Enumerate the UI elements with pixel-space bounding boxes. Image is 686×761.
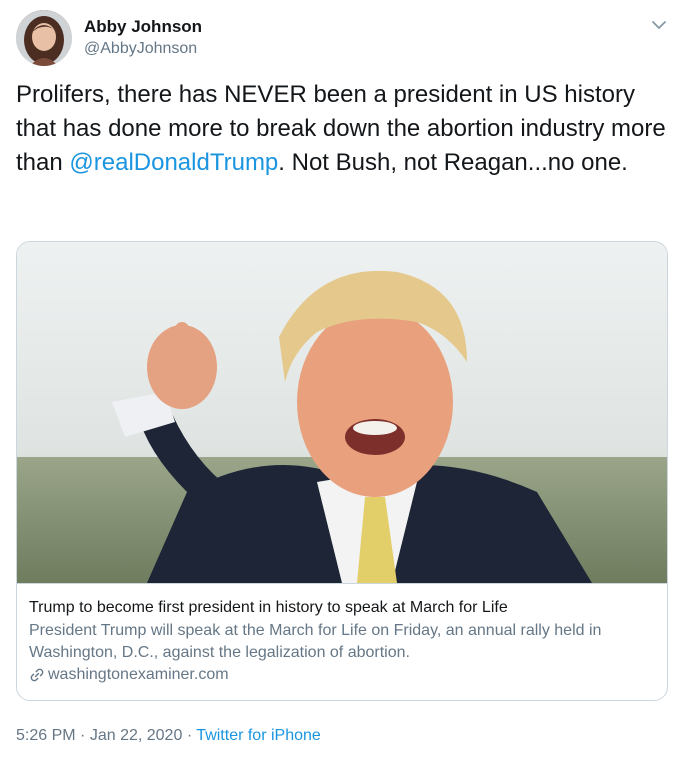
tweet-source[interactable]: Twitter for iPhone bbox=[196, 727, 321, 744]
tweet: Abby Johnson @AbbyJohnson Prolifers, the… bbox=[0, 0, 686, 761]
tweet-date[interactable]: Jan 22, 2020 bbox=[90, 727, 183, 744]
meta-separator: · bbox=[186, 727, 193, 744]
chevron-down-icon[interactable] bbox=[648, 14, 670, 36]
card-description: President Trump will speak at the March … bbox=[29, 622, 602, 661]
card-domain-text: washingtonexaminer.com bbox=[48, 666, 229, 683]
link-card[interactable]: Trump to become first president in histo… bbox=[16, 241, 668, 701]
display-name[interactable]: Abby Johnson bbox=[84, 16, 202, 38]
avatar-image bbox=[16, 10, 72, 66]
card-domain: washingtonexaminer.com bbox=[29, 664, 655, 686]
tweet-text: Prolifers, there has NEVER been a presid… bbox=[16, 78, 666, 180]
user-handle[interactable]: @AbbyJohnson bbox=[84, 38, 202, 59]
tweet-time[interactable]: 5:26 PM bbox=[16, 727, 76, 744]
card-image[interactable] bbox=[17, 242, 667, 584]
author-names: Abby Johnson @AbbyJohnson bbox=[84, 16, 202, 59]
link-icon bbox=[30, 668, 44, 682]
card-title: Trump to become first president in histo… bbox=[29, 599, 508, 616]
avatar[interactable] bbox=[16, 10, 72, 66]
tweet-meta: 5:26 PM · Jan 22, 2020 · Twitter for iPh… bbox=[16, 726, 321, 746]
card-body: Trump to become first president in histo… bbox=[29, 598, 655, 686]
tweet-header: Abby Johnson @AbbyJohnson bbox=[16, 10, 670, 66]
meta-separator: · bbox=[80, 727, 86, 744]
card-photo bbox=[17, 242, 667, 583]
mention-link[interactable]: @realDonaldTrump bbox=[69, 149, 278, 176]
tweet-text-part: . Not Bush, not Reagan...no one. bbox=[278, 149, 628, 176]
